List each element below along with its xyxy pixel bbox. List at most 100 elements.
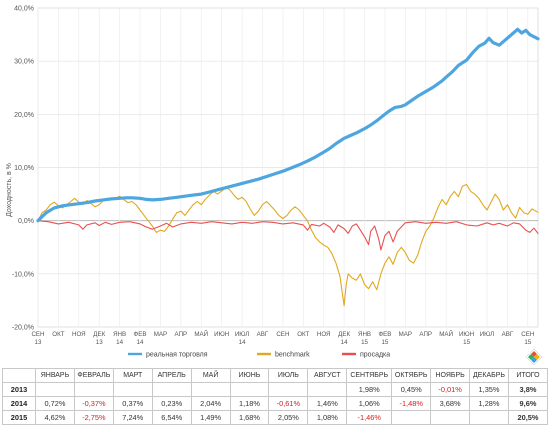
x-tick-year: 15 [463,339,470,346]
legend-label: реальная торговля [146,352,208,359]
x-tick-label: МАЙ [439,330,453,338]
month-header: НОЯБРЬ [430,368,471,383]
month-header: ДЕКАБРЬ [469,368,509,383]
x-tick-label: ОКТ [297,331,309,338]
total-cell: 3,8% [507,382,549,397]
return-cell: -0,37% [73,396,114,411]
x-tick-label: МАЙ [194,330,208,338]
month-header: ОКТЯБРЬ [391,368,432,383]
x-tick-label: ИЮЛ [480,331,494,338]
y-tick-label: 40,0% [14,6,34,13]
return-cell: -0,01% [430,382,471,397]
return-cell: 1,98% [346,382,393,397]
return-cell [430,410,471,425]
x-tick-label: АПР [419,331,432,338]
table-body: 2013 1,98% 0,45% -0,01% 1,35% 3,8% 2014 0,72% -0… [2,382,549,425]
y-tick-label: 30,0% [14,59,34,66]
return-cell: 1,06% [346,396,393,411]
x-tick-label: СЕН [276,331,289,338]
y-axis-title: Доходность, в % [6,163,13,217]
return-cell: 0,45% [391,382,432,397]
x-tick-label: ЯНВ [358,331,371,338]
diamond-logo-icon [526,349,542,365]
return-cell: -1,46% [346,410,393,425]
return-cell: -1,48% [391,396,432,411]
return-cell [268,382,309,397]
x-tick-label: АВГ [257,331,269,338]
returns-chart: 40,0%30,0%20,0%10,0%0,0%-10,0%-20,0% СЕН… [6,6,540,359]
x-tick-year: 13 [35,339,42,346]
return-cell: 2,05% [268,410,309,425]
year-cell: 2015 [2,410,36,425]
return-cell: 4,62% [35,410,75,425]
month-header: СЕНТЯБРЬ [346,368,393,383]
return-cell: 1,08% [307,410,348,425]
return-cell: 3,68% [430,396,471,411]
x-tick-label: СЕН [31,331,44,338]
return-cell: -2,75% [73,410,114,425]
return-cell [151,382,192,397]
return-cell [391,410,432,425]
month-header: МАЙ [190,368,231,383]
year-cell: 2014 [2,396,36,411]
return-cell: 0,37% [112,396,153,411]
month-header: ФЕВРАЛЬ [73,368,114,383]
return-cell: 1,18% [229,396,270,411]
month-header: ИЮНЬ [229,368,270,383]
x-tick-label: НОЯ [72,331,86,338]
month-header: ЯНВАРЬ [35,368,75,383]
y-tick-label: 0,0% [18,218,34,225]
return-cell: 1,35% [469,382,509,397]
month-header: ИЮЛЬ [268,368,309,383]
total-cell: 9,6% [507,396,549,411]
return-cell: 0,72% [35,396,75,411]
x-tick-label: АПР [175,331,188,338]
return-cell: 0,23% [151,396,192,411]
x-tick-year: 15 [524,339,531,346]
x-tick-year: 13 [96,339,103,346]
x-tick-year: 15 [361,339,368,346]
x-tick-label: АВГ [502,331,514,338]
return-cell [229,382,270,397]
x-tick-year: 15 [381,339,388,346]
chart-legend: реальная торговля benchmark просадка [128,352,390,359]
y-tick-label: 20,0% [14,112,34,119]
total-header: ИТОГО [507,368,549,383]
return-cell: -0,61% [268,396,309,411]
total-cell: 20,5% [507,410,549,425]
y-tick-label: -10,0% [12,271,34,278]
return-cell: 1,46% [307,396,348,411]
x-tick-label: МАР [399,331,412,338]
x-tick-year: 14 [137,339,144,346]
x-tick-label: ДЕК [93,331,105,338]
x-tick-label: ИЮЛ [235,331,249,338]
return-cell: 2,04% [190,396,231,411]
return-cell [112,382,153,397]
x-tick-label: ДЕК [338,331,350,338]
x-tick-label: ОКТ [52,331,64,338]
month-header: МАРТ [112,368,153,383]
x-tick-year: 14 [116,339,123,346]
table-header-row: ЯНВАРЬ ФЕВРАЛЬ МАРТ АПРЕЛЬ МАЙ ИЮНЬ ИЮЛЬ… [2,368,549,383]
table-row: 2014 0,72% -0,37% 0,37% 0,23% 2,04% 1,18% -0,61… [2,396,549,411]
table-row: 2013 1,98% 0,45% -0,01% 1,35% 3,8% [2,382,549,397]
x-tick-label: ИЮН [459,331,474,338]
x-tick-year: 14 [341,339,348,346]
legend-label: просадка [360,352,390,359]
x-tick-label: ИЮН [214,331,229,338]
return-cell [469,410,509,425]
return-cell: 1,28% [469,396,509,411]
month-header: АПРЕЛЬ [151,368,192,383]
x-tick-label: ФЕВ [378,331,391,338]
return-cell: 7,24% [112,410,153,425]
return-cell [307,382,348,397]
x-tick-label: ЯНВ [113,331,126,338]
return-cell: 6,54% [151,410,192,425]
return-cell [190,382,231,397]
table-row: 2015 4,62% -2,75% 7,24% 6,54% 1,49% 1,68% 2,05%… [2,410,549,425]
x-tick-label: ФЕВ [134,331,147,338]
month-header: АВГУСТ [307,368,348,383]
return-cell [73,382,114,397]
y-axis: 40,0%30,0%20,0%10,0%0,0%-10,0%-20,0% [12,6,34,332]
monthly-returns-table: ЯНВАРЬ ФЕВРАЛЬ МАРТ АПРЕЛЬ МАЙ ИЮНЬ ИЮЛЬ… [2,368,549,425]
